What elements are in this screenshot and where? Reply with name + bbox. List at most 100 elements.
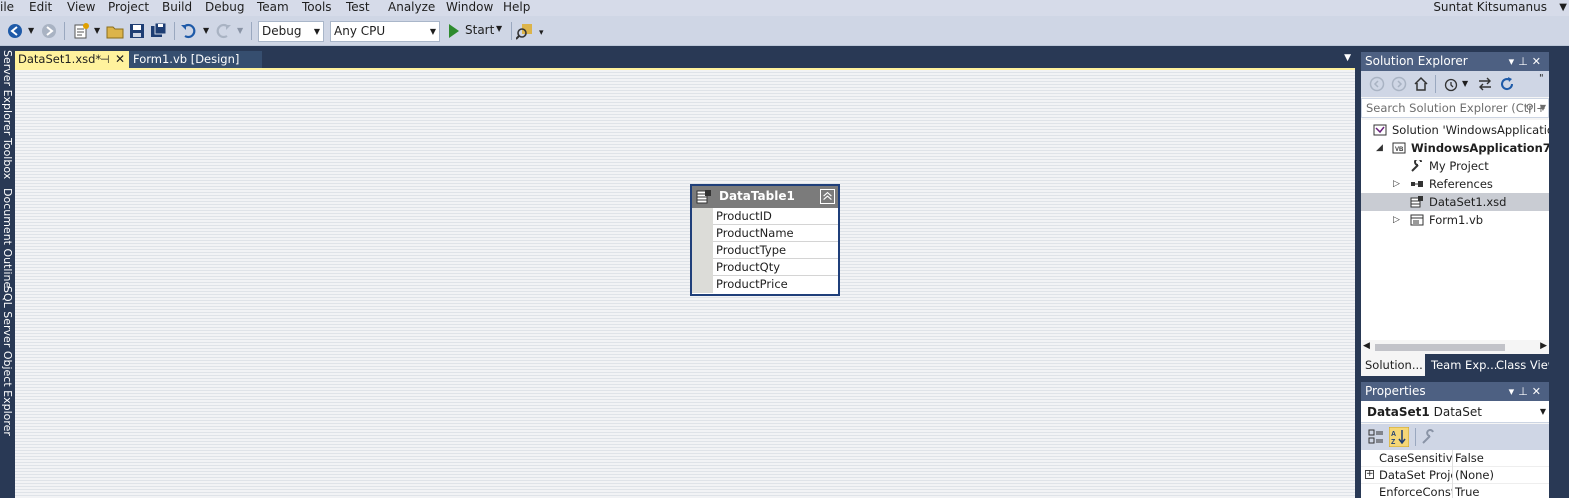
categorized-icon[interactable] — [1367, 428, 1385, 446]
back-icon[interactable] — [1369, 76, 1385, 92]
document-outline-tab[interactable]: Document Outline — [1, 188, 14, 288]
menu-tools[interactable]: Tools — [302, 0, 332, 15]
datatable-column-row[interactable]: ProductID — [692, 208, 838, 225]
solution-explorer-titlebar[interactable]: Solution Explorer ▾⊥✕ — [1361, 52, 1549, 71]
tab-dataset1-xsd[interactable]: DataSet1.xsd* ⊣ ✕ — [15, 51, 129, 68]
menu-test[interactable]: Test — [346, 0, 370, 15]
alphabetical-sort-icon[interactable]: AZ — [1389, 427, 1409, 447]
pin-icon[interactable]: ⊣ — [100, 51, 110, 68]
back-icon[interactable] — [6, 22, 24, 40]
redo-icon[interactable] — [214, 22, 232, 40]
row-gutter — [692, 276, 713, 293]
close-icon[interactable]: ✕ — [115, 51, 125, 68]
menu-view[interactable]: View — [67, 0, 95, 15]
sql-server-object-explorer-tab[interactable]: SQL Server Object Explorer — [1, 286, 14, 436]
property-value[interactable]: (None) — [1455, 467, 1494, 484]
user-menu-caret-icon[interactable]: ▼ — [1559, 0, 1567, 15]
start-debugging-button[interactable]: Start ▼ — [446, 21, 508, 41]
datatable-column-row[interactable]: ProductQty — [692, 259, 838, 276]
forward-icon[interactable] — [40, 22, 58, 40]
property-row[interactable]: EnforceConstr True — [1361, 484, 1549, 498]
row-gutter — [692, 208, 713, 225]
user-name[interactable]: Suntat Kitsumanus — [1433, 0, 1547, 15]
solution-icon — [1373, 124, 1387, 136]
menu-debug[interactable]: Debug — [205, 0, 244, 15]
tree-item-my-project[interactable]: My Project — [1410, 157, 1489, 175]
svg-text:A: A — [1391, 431, 1396, 438]
auto-hide-pin-icon[interactable]: ⊥ — [1518, 385, 1532, 398]
datatable-header[interactable]: DataTable1 — [692, 186, 838, 208]
tab-form1-design[interactable]: Form1.vb [Design] — [129, 51, 262, 68]
solution-explorer-search-input[interactable]: Search Solution Explorer (Ctrl+ ⚲ ▼ — [1361, 98, 1549, 118]
tab-team-explorer[interactable]: Team Exp... — [1431, 354, 1497, 376]
close-icon[interactable]: ✕ — [1532, 385, 1545, 398]
scroll-left-icon[interactable]: ◀ — [1363, 341, 1370, 351]
datatable-column-row[interactable]: ProductName — [692, 225, 838, 242]
tree-item-dataset1-xsd[interactable]: DataSet1.xsd — [1410, 193, 1506, 211]
close-icon[interactable]: ✕ — [1532, 55, 1545, 68]
menu-build[interactable]: Build — [162, 0, 192, 15]
menu-file[interactable]: ile — [0, 0, 14, 15]
datatable-widget[interactable]: DataTable1 ProductID ProductName Product… — [690, 184, 840, 296]
property-row[interactable]: + DataSet Projec (None) — [1361, 467, 1549, 484]
property-row[interactable]: CaseSensitive False — [1361, 450, 1549, 467]
search-icon[interactable]: ⚲ — [1526, 99, 1534, 117]
tree-item-form1-vb[interactable]: Form1.vb — [1410, 211, 1483, 229]
chevron-down-icon[interactable]: ▼ — [1540, 99, 1546, 117]
collapse-icon[interactable] — [820, 189, 835, 204]
solution-platform-select[interactable]: Any CPU ▼ — [330, 21, 440, 42]
new-project-dropdown-icon[interactable]: ▼ — [94, 26, 100, 35]
datatable-column-row[interactable]: ProductType — [692, 242, 838, 259]
tree-item-references[interactable]: References — [1410, 175, 1493, 193]
scrollbar-thumb[interactable] — [1375, 344, 1505, 351]
menu-analyze[interactable]: Analyze — [388, 0, 435, 15]
window-position-icon[interactable]: ▾ — [1509, 55, 1519, 68]
dataset-designer-canvas[interactable] — [15, 68, 1355, 498]
menu-window[interactable]: Window — [446, 0, 493, 15]
solution-explorer-toolbar: ▼ " — [1361, 71, 1549, 97]
open-folder-icon[interactable] — [106, 22, 124, 40]
property-pages-wrench-icon[interactable] — [1421, 429, 1437, 445]
new-project-icon[interactable] — [72, 22, 90, 40]
refresh-icon[interactable] — [1499, 76, 1515, 92]
undo-icon[interactable] — [180, 22, 198, 40]
find-in-files-icon[interactable] — [516, 22, 534, 40]
tree-item-solution[interactable]: Solution 'WindowsApplication7' ( — [1373, 121, 1549, 139]
scroll-right-icon[interactable]: ▶ — [1540, 341, 1547, 351]
expand-plus-icon[interactable]: + — [1365, 470, 1374, 479]
property-value[interactable]: False — [1455, 450, 1484, 467]
datatable-column-row[interactable]: ProductPrice — [692, 276, 838, 293]
window-position-icon[interactable]: ▾ — [1509, 385, 1519, 398]
menu-project[interactable]: Project — [108, 0, 149, 15]
menu-team[interactable]: Team — [257, 0, 289, 15]
property-object-selector[interactable]: DataSet1 DataSet ▼ — [1361, 401, 1549, 423]
horizontal-scrollbar[interactable]: ◀ ▶ — [1361, 340, 1549, 354]
menu-help[interactable]: Help — [503, 0, 530, 15]
tab-list-dropdown-icon[interactable]: ▼ — [1344, 53, 1351, 63]
undo-dropdown-icon[interactable]: ▼ — [203, 26, 209, 35]
collapsed-arrow-icon[interactable]: ▷ — [1393, 175, 1400, 193]
tree-item-project[interactable]: VB WindowsApplication7 — [1392, 139, 1549, 157]
property-value[interactable]: True — [1455, 484, 1479, 498]
pending-changes-filter-icon[interactable] — [1443, 76, 1459, 92]
home-icon[interactable] — [1413, 76, 1429, 92]
properties-titlebar[interactable]: Properties ▾⊥✕ — [1361, 382, 1549, 401]
save-icon[interactable] — [128, 22, 146, 40]
datatable-columns: ProductID ProductName ProductType Produc… — [692, 208, 838, 293]
back-dropdown-icon[interactable]: ▼ — [28, 26, 34, 35]
solution-configuration-select[interactable]: Debug ▼ — [258, 21, 324, 42]
chevron-down-icon[interactable]: ▼ — [1462, 79, 1468, 88]
redo-dropdown-icon[interactable]: ▼ — [237, 26, 243, 35]
toolbox-tab[interactable]: Toolbox — [1, 138, 14, 179]
collapsed-arrow-icon[interactable]: ▷ — [1393, 211, 1400, 229]
toolbar-overflow-icon[interactable]: ▾ — [539, 28, 544, 38]
expanded-arrow-icon[interactable]: ◢ — [1376, 139, 1383, 157]
menu-edit[interactable]: Edit — [29, 0, 52, 15]
tab-solution[interactable]: Solution... — [1361, 354, 1425, 376]
auto-hide-pin-icon[interactable]: ⊥ — [1518, 55, 1532, 68]
toolbar-overflow-icon[interactable]: " — [1539, 73, 1544, 84]
save-all-icon[interactable] — [150, 22, 168, 40]
forward-icon[interactable] — [1391, 76, 1407, 92]
sync-with-active-document-icon[interactable] — [1477, 76, 1493, 92]
server-explorer-tab[interactable]: Server Explorer — [1, 50, 14, 135]
